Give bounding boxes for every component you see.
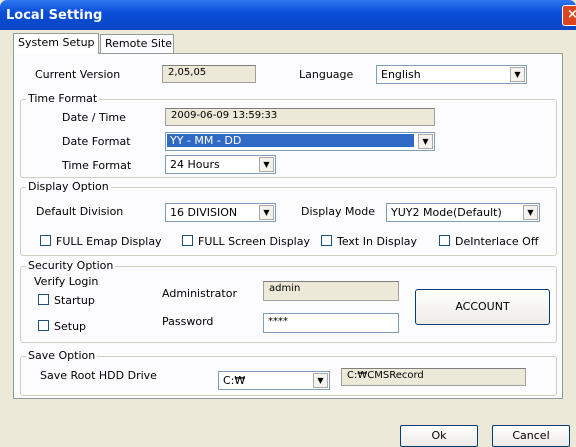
save-path-value: C:₩CMSRecord [341, 368, 526, 386]
text-in-display-label: Text In Display [337, 235, 418, 248]
time-format-label: Time Format [62, 159, 132, 172]
language-select[interactable]: English ▼ [376, 65, 527, 84]
system-setup-panel: Current Version 2,05,05 Language English… [13, 53, 563, 399]
text-in-display-checkbox[interactable]: Text In Display [321, 235, 417, 248]
save-drive-value: C:₩ [223, 374, 246, 387]
deinterlace-off-checkbox[interactable]: DeInterlace Off [439, 235, 538, 248]
chevron-down-icon[interactable]: ▼ [510, 67, 525, 82]
checkbox-icon[interactable] [321, 235, 332, 246]
chevron-down-icon[interactable]: ▼ [418, 134, 433, 149]
ok-button[interactable]: Ok [400, 425, 478, 447]
password-field[interactable]: **** [263, 313, 399, 333]
display-mode-label: Display Mode [301, 205, 376, 218]
display-mode-select[interactable]: YUY2 Mode(Default) ▼ [386, 203, 540, 222]
deinterlace-off-label: DeInterlace Off [455, 235, 539, 248]
display-option-group: Display Option Default Division 16 DIVIS… [20, 180, 557, 256]
chevron-down-icon[interactable]: ▼ [259, 157, 274, 172]
default-division-select[interactable]: 16 DIVISION ▼ [165, 203, 276, 222]
display-mode-value: YUY2 Mode(Default) [391, 206, 502, 219]
account-button[interactable]: ACCOUNT [415, 289, 550, 325]
language-value: English [381, 68, 421, 81]
checkbox-icon[interactable] [40, 235, 51, 246]
save-option-group: Save Option Save Root HDD Drive C:₩ ▼ C:… [20, 349, 557, 396]
save-root-label: Save Root HDD Drive [40, 369, 157, 382]
tab-system-setup[interactable]: System Setup [13, 33, 99, 54]
startup-checkbox[interactable]: Startup [38, 294, 95, 307]
full-screen-display-checkbox[interactable]: FULL Screen Display [182, 235, 310, 248]
chevron-down-icon[interactable]: ▼ [523, 205, 538, 220]
date-format-value: YY - MM - DD [167, 134, 414, 147]
startup-label: Startup [54, 294, 95, 307]
time-format-group: Time Format Date / Time 2009-06-09 13:59… [20, 92, 557, 178]
checkbox-icon[interactable] [38, 320, 49, 331]
security-option-group-label: Security Option [26, 259, 116, 272]
save-option-group-label: Save Option [26, 349, 98, 362]
time-format-select[interactable]: 24 Hours ▼ [165, 155, 276, 174]
tab-remote-site[interactable]: Remote Site [100, 34, 174, 53]
full-emap-display-checkbox[interactable]: FULL Emap Display [40, 235, 162, 248]
language-label: Language [299, 68, 354, 81]
checkbox-icon[interactable] [38, 294, 49, 305]
password-label: Password [162, 315, 214, 328]
save-drive-select[interactable]: C:₩ ▼ [218, 371, 330, 390]
cancel-button[interactable]: Cancel [492, 425, 570, 447]
setup-checkbox[interactable]: Setup [38, 320, 86, 333]
administrator-label: Administrator [162, 287, 237, 300]
full-emap-display-label: FULL Emap Display [56, 235, 162, 248]
close-icon[interactable]: × [562, 5, 576, 26]
setup-label: Setup [54, 320, 87, 333]
datetime-value: 2009-06-09 13:59:33 [165, 108, 435, 126]
default-division-label: Default Division [36, 205, 124, 218]
title-bar[interactable]: Local Setting × [0, 0, 576, 30]
current-version-label: Current Version [35, 68, 121, 81]
local-setting-window: Local Setting × System Setup Remote Site… [0, 0, 576, 447]
full-screen-display-label: FULL Screen Display [198, 235, 310, 248]
time-format-group-label: Time Format [26, 92, 100, 105]
checkbox-icon[interactable] [439, 235, 450, 246]
chevron-down-icon[interactable]: ▼ [259, 205, 274, 220]
security-option-group: Security Option Verify Login Startup Set… [20, 259, 557, 343]
display-option-group-label: Display Option [26, 180, 111, 193]
administrator-value: admin [263, 281, 399, 301]
date-format-select[interactable]: YY - MM - DD ▼ [165, 132, 435, 151]
checkbox-icon[interactable] [182, 235, 193, 246]
chevron-down-icon[interactable]: ▼ [313, 373, 328, 388]
window-title: Local Setting [6, 8, 103, 23]
time-format-value: 24 Hours [170, 158, 220, 171]
date-format-label: Date Format [62, 135, 131, 148]
datetime-label: Date / Time [62, 111, 126, 124]
current-version-value: 2,05,05 [162, 65, 256, 83]
verify-login-label: Verify Login [34, 275, 99, 288]
default-division-value: 16 DIVISION [170, 206, 238, 219]
